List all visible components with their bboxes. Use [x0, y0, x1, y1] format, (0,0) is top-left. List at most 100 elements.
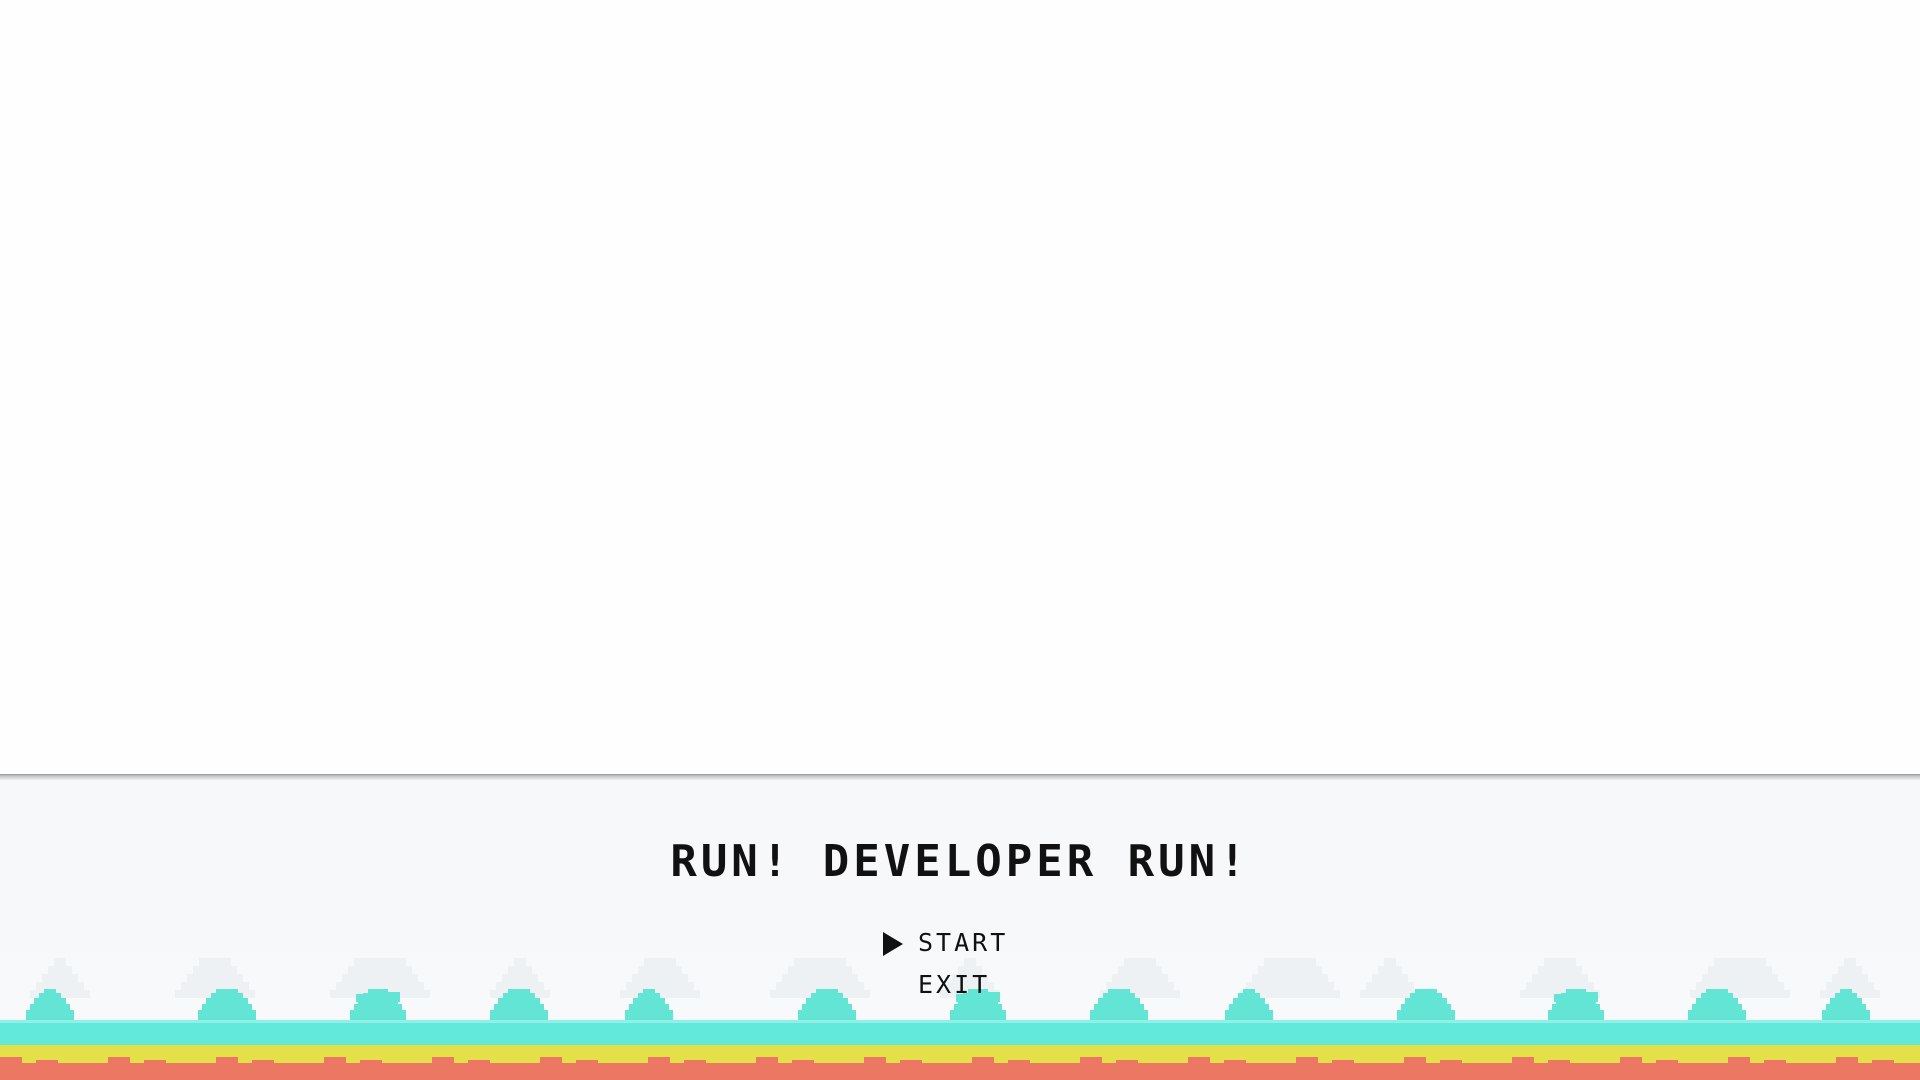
- faint-hill-step: [1532, 974, 1588, 982]
- faint-hill-step: [187, 974, 243, 982]
- ground-red-bump: [0, 1057, 22, 1063]
- bush-block: [388, 992, 400, 1002]
- ground-red-bump: [432, 1057, 454, 1063]
- bush-block: [1554, 994, 1566, 1002]
- bush-block: [1840, 989, 1852, 1003]
- ground-red-bump: [900, 1060, 922, 1063]
- faint-hill-step: [1838, 966, 1862, 974]
- ground-red-bump: [864, 1057, 886, 1063]
- faint-hill-step: [788, 966, 852, 974]
- faint-hill-step: [1258, 966, 1322, 974]
- ground-red-bump: [1116, 1060, 1138, 1063]
- ground-red-bump: [1296, 1057, 1318, 1063]
- ground-red-bump: [1728, 1057, 1750, 1063]
- bush-block: [368, 989, 388, 1003]
- ground-red-bump: [1080, 1057, 1102, 1063]
- bush-block: [816, 989, 838, 1003]
- game-panel: RUN! DEVELOPER RUN! START EXIT: [0, 780, 1920, 1080]
- ground-red-bump: [36, 1060, 58, 1063]
- faint-hill-step: [632, 974, 688, 982]
- faint-hill-step: [776, 982, 864, 990]
- faint-hill-step: [1708, 966, 1772, 974]
- ground-red-bump: [144, 1060, 166, 1063]
- bush-block: [1586, 992, 1598, 1002]
- selection-cursor-icon: [883, 932, 903, 956]
- ground-red-bump: [360, 1060, 382, 1063]
- game-title: RUN! DEVELOPER RUN!: [670, 836, 1250, 887]
- menu-start-button[interactable]: START: [880, 922, 1180, 964]
- bush-block: [1243, 989, 1255, 1003]
- ground-red-bump: [324, 1057, 346, 1063]
- bush-block: [44, 989, 56, 1003]
- ground-red-bump: [1512, 1057, 1534, 1063]
- menu-exit-button[interactable]: EXIT: [880, 964, 1180, 1006]
- faint-hill-step: [1826, 982, 1874, 990]
- bush-block: [508, 989, 530, 1003]
- ground-red-bump: [1440, 1060, 1462, 1063]
- bush-block: [216, 989, 238, 1003]
- ground-red-bump: [756, 1057, 778, 1063]
- ground-red-bump: [1404, 1057, 1426, 1063]
- faint-hill-step: [1378, 966, 1402, 974]
- ground-red-bump: [1836, 1057, 1858, 1063]
- ground-red-bump: [1872, 1060, 1894, 1063]
- faint-hill-step: [502, 974, 538, 982]
- ground-red-bump: [108, 1057, 130, 1063]
- faint-hill-step: [1544, 958, 1576, 966]
- ground-red-bump: [1548, 1060, 1570, 1063]
- faint-hill-step: [1246, 982, 1334, 990]
- faint-hill-step: [508, 966, 532, 974]
- ground-red-bump: [1656, 1060, 1678, 1063]
- faint-hill-step: [54, 958, 66, 966]
- ground-red-bump: [1188, 1057, 1210, 1063]
- faint-hill-step: [336, 982, 424, 990]
- faint-hill-step: [1702, 974, 1778, 982]
- faint-hill-step: [644, 958, 676, 966]
- ground-cyan-stripe: [0, 1023, 1920, 1045]
- faint-hill-step: [1696, 982, 1784, 990]
- faint-hill-step: [199, 958, 231, 966]
- faint-hill-step: [626, 982, 694, 990]
- bush-block: [1706, 989, 1728, 1003]
- faint-hill-step: [354, 958, 406, 966]
- ground-red-bump: [648, 1057, 670, 1063]
- ground-red-bump: [972, 1057, 994, 1063]
- faint-hill-step: [782, 974, 858, 982]
- faint-hill-step: [48, 966, 72, 974]
- faint-hill-step: [1526, 982, 1594, 990]
- menu-start-label: START: [918, 928, 1009, 957]
- faint-hill-step: [496, 982, 544, 990]
- faint-hill-step: [1372, 974, 1408, 982]
- faint-hill-step: [514, 958, 526, 966]
- game-screen: RUN! DEVELOPER RUN! START EXIT: [0, 0, 1920, 1080]
- faint-hill-step: [1844, 958, 1856, 966]
- faint-hill-step: [181, 982, 249, 990]
- ground-red-bump: [1008, 1060, 1030, 1063]
- faint-hill-step: [1366, 982, 1414, 990]
- faint-hill-step: [1538, 966, 1582, 974]
- ground-red-bump: [1764, 1060, 1786, 1063]
- ground-highlight: [0, 1020, 1920, 1023]
- menu-exit-label: EXIT: [918, 970, 991, 999]
- bush-block: [643, 989, 655, 1003]
- bush-block: [1415, 989, 1437, 1003]
- ground-red-bump: [252, 1060, 274, 1063]
- faint-hill-step: [342, 974, 418, 982]
- ground-red-bump: [792, 1060, 814, 1063]
- ground-red-bump: [1620, 1057, 1642, 1063]
- bush-block: [1566, 989, 1586, 1003]
- ground-red-bump: [1224, 1060, 1246, 1063]
- faint-hill-step: [1714, 958, 1766, 966]
- faint-hill-step: [193, 966, 237, 974]
- faint-hill-step: [1384, 958, 1396, 966]
- faint-hill-step: [1832, 974, 1868, 982]
- ground-red-bump: [684, 1060, 706, 1063]
- ground-red-bump: [1332, 1060, 1354, 1063]
- ground-red-stripe: [0, 1063, 1920, 1080]
- faint-hill-step: [1252, 974, 1328, 982]
- ground-red-bump: [576, 1060, 598, 1063]
- bush-block: [356, 994, 368, 1002]
- faint-hill-step: [1264, 958, 1316, 966]
- blank-viewport: [0, 0, 1920, 776]
- faint-hill-step: [348, 966, 412, 974]
